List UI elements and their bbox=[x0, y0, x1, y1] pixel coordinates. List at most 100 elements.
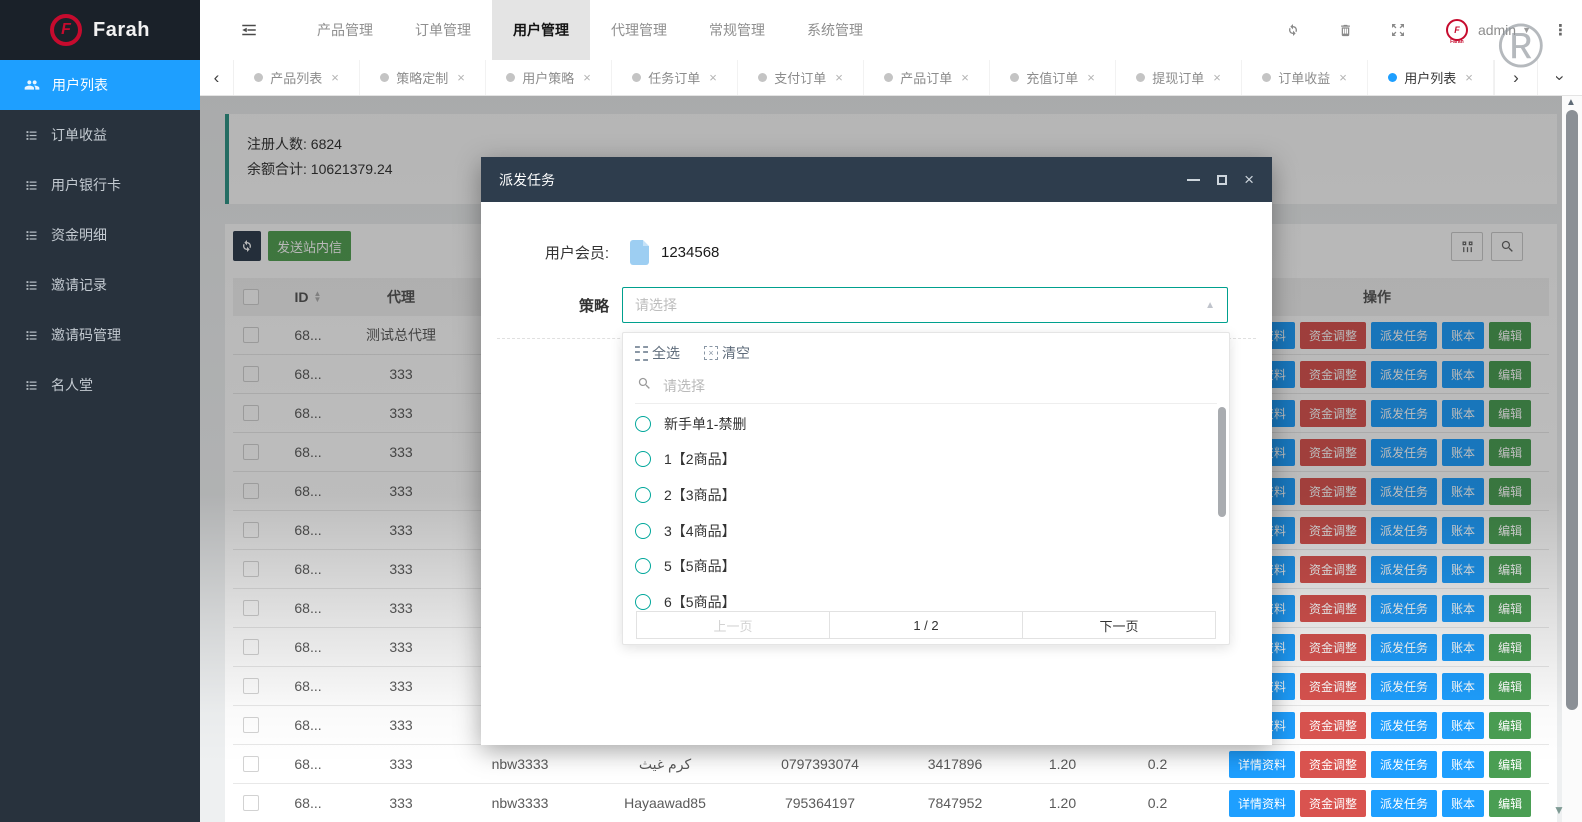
action-button[interactable]: 账本 bbox=[1442, 399, 1485, 427]
action-button[interactable]: 账本 bbox=[1442, 711, 1485, 739]
action-button[interactable]: 派发任务 bbox=[1371, 672, 1438, 700]
tab[interactable]: 充值订单 × bbox=[990, 60, 1116, 95]
action-button[interactable]: 账本 bbox=[1442, 789, 1485, 817]
action-button[interactable]: 资金调整 bbox=[1300, 360, 1367, 388]
tab[interactable]: 支付订单 × bbox=[738, 60, 864, 95]
action-button[interactable]: 账本 bbox=[1442, 516, 1485, 544]
tab-close-icon[interactable]: × bbox=[1339, 70, 1347, 85]
nav-item[interactable]: 代理管理 bbox=[590, 0, 688, 60]
action-button[interactable]: 资金调整 bbox=[1300, 750, 1367, 778]
action-button[interactable]: 资金调整 bbox=[1300, 672, 1367, 700]
action-button[interactable]: 资金调整 bbox=[1300, 399, 1367, 427]
edit-button[interactable]: 编辑 bbox=[1489, 477, 1532, 505]
edit-button[interactable]: 编辑 bbox=[1489, 594, 1532, 622]
chevron-down-icon[interactable]: ▼ bbox=[1522, 25, 1531, 35]
action-button[interactable]: 派发任务 bbox=[1371, 477, 1438, 505]
select-all-checkbox[interactable] bbox=[243, 289, 259, 305]
row-checkbox[interactable] bbox=[243, 795, 259, 811]
action-button[interactable]: 资金调整 bbox=[1300, 555, 1367, 583]
row-checkbox[interactable] bbox=[243, 561, 259, 577]
row-checkbox[interactable] bbox=[243, 405, 259, 421]
row-checkbox[interactable] bbox=[243, 366, 259, 382]
radio-icon[interactable] bbox=[635, 451, 651, 468]
sidebar-item[interactable]: 用户银行卡 bbox=[0, 160, 200, 210]
action-button[interactable]: 账本 bbox=[1442, 750, 1485, 778]
table-search-button[interactable] bbox=[1491, 231, 1523, 261]
action-button[interactable]: 派发任务 bbox=[1371, 789, 1438, 817]
tabs-menu-icon[interactable]: › bbox=[1537, 60, 1582, 95]
tab-close-icon[interactable]: × bbox=[583, 70, 591, 85]
dropdown-scrollbar-thumb[interactable] bbox=[1218, 407, 1226, 517]
dropdown-option[interactable]: 1【2商品】 bbox=[623, 442, 1229, 478]
row-checkbox[interactable] bbox=[243, 444, 259, 460]
action-button[interactable]: 账本 bbox=[1442, 477, 1485, 505]
action-button[interactable]: 账本 bbox=[1442, 633, 1485, 661]
action-button[interactable]: 账本 bbox=[1442, 321, 1485, 349]
tab-close-icon[interactable]: × bbox=[1087, 70, 1095, 85]
tabs-scroll-right-icon[interactable]: › bbox=[1494, 60, 1537, 95]
sidebar-item[interactable]: 邀请记录 bbox=[0, 260, 200, 310]
row-checkbox[interactable] bbox=[243, 483, 259, 499]
action-button[interactable]: 派发任务 bbox=[1371, 711, 1438, 739]
row-checkbox[interactable] bbox=[243, 327, 259, 343]
edit-button[interactable]: 编辑 bbox=[1489, 516, 1532, 544]
row-checkbox[interactable] bbox=[243, 717, 259, 733]
close-icon[interactable]: × bbox=[1244, 171, 1254, 188]
tab[interactable]: 产品列表 × bbox=[234, 60, 360, 95]
edit-button[interactable]: 编辑 bbox=[1489, 399, 1532, 427]
nav-item[interactable]: 常规管理 bbox=[688, 0, 786, 60]
tab-close-icon[interactable]: × bbox=[961, 70, 969, 85]
edit-button[interactable]: 编辑 bbox=[1489, 438, 1532, 466]
dropdown-option[interactable]: 新手单1-禁删 bbox=[623, 406, 1229, 442]
action-button[interactable]: 账本 bbox=[1442, 594, 1485, 622]
edit-button[interactable]: 编辑 bbox=[1489, 750, 1532, 778]
next-page-button[interactable]: 下一页 bbox=[1023, 612, 1215, 638]
action-button[interactable]: 账本 bbox=[1442, 438, 1485, 466]
row-checkbox[interactable] bbox=[243, 756, 259, 772]
radio-icon[interactable] bbox=[635, 486, 651, 503]
sidebar-item[interactable]: 邀请码管理 bbox=[0, 310, 200, 360]
strategy-select[interactable]: 请选择 ▲ bbox=[622, 287, 1228, 323]
radio-icon[interactable] bbox=[635, 593, 651, 610]
action-button[interactable]: 账本 bbox=[1442, 360, 1485, 388]
scroll-down-icon[interactable]: ▼ bbox=[1553, 803, 1565, 817]
select-all-button[interactable]: 全选 bbox=[635, 343, 680, 363]
nav-item[interactable]: 系统管理 bbox=[786, 0, 884, 60]
action-button[interactable]: 资金调整 bbox=[1300, 477, 1367, 505]
dropdown-option[interactable]: 5【5商品】 bbox=[623, 548, 1229, 584]
sidebar-item[interactable]: 订单收益 bbox=[0, 110, 200, 160]
action-button[interactable]: 资金调整 bbox=[1300, 789, 1367, 817]
send-message-button[interactable]: 发送站内信 bbox=[268, 231, 352, 261]
radio-icon[interactable] bbox=[635, 558, 651, 575]
action-button[interactable]: 资金调整 bbox=[1300, 516, 1367, 544]
columns-toggle-button[interactable] bbox=[1451, 231, 1483, 261]
sidebar-item[interactable]: 名人堂 bbox=[0, 360, 200, 410]
action-button[interactable]: 派发任务 bbox=[1371, 399, 1438, 427]
tab-close-icon[interactable]: × bbox=[1213, 70, 1221, 85]
tab[interactable]: 策略定制 × bbox=[360, 60, 486, 95]
action-button[interactable]: 账本 bbox=[1442, 672, 1485, 700]
sidebar-item[interactable]: 资金明细 bbox=[0, 210, 200, 260]
radio-icon[interactable] bbox=[635, 415, 651, 432]
avatar[interactable]: F Farah bbox=[1445, 19, 1468, 45]
maximize-icon[interactable] bbox=[1217, 174, 1228, 185]
tab[interactable]: 提现订单 × bbox=[1116, 60, 1242, 95]
action-button[interactable]: 资金调整 bbox=[1300, 594, 1367, 622]
action-button[interactable]: 派发任务 bbox=[1371, 555, 1438, 583]
sort-icon[interactable]: ▲ ▼ bbox=[314, 290, 322, 304]
row-checkbox[interactable] bbox=[243, 678, 259, 694]
radio-icon[interactable] bbox=[635, 522, 651, 539]
dropdown-option[interactable]: 2【3商品】 bbox=[623, 477, 1229, 513]
action-button[interactable]: 详情资料 bbox=[1229, 750, 1296, 778]
tab[interactable]: 订单收益 × bbox=[1242, 60, 1368, 95]
edit-button[interactable]: 编辑 bbox=[1489, 555, 1532, 583]
dropdown-option[interactable]: 6【5商品】 bbox=[623, 584, 1229, 611]
action-button[interactable]: 派发任务 bbox=[1371, 633, 1438, 661]
action-button[interactable]: 账本 bbox=[1442, 555, 1485, 583]
search-input[interactable] bbox=[661, 377, 1186, 395]
edit-button[interactable]: 编辑 bbox=[1489, 633, 1532, 661]
action-button[interactable]: 资金调整 bbox=[1300, 321, 1367, 349]
action-button[interactable]: 派发任务 bbox=[1371, 516, 1438, 544]
prev-page-button[interactable]: 上一页 bbox=[637, 612, 830, 638]
edit-button[interactable]: 编辑 bbox=[1489, 360, 1532, 388]
